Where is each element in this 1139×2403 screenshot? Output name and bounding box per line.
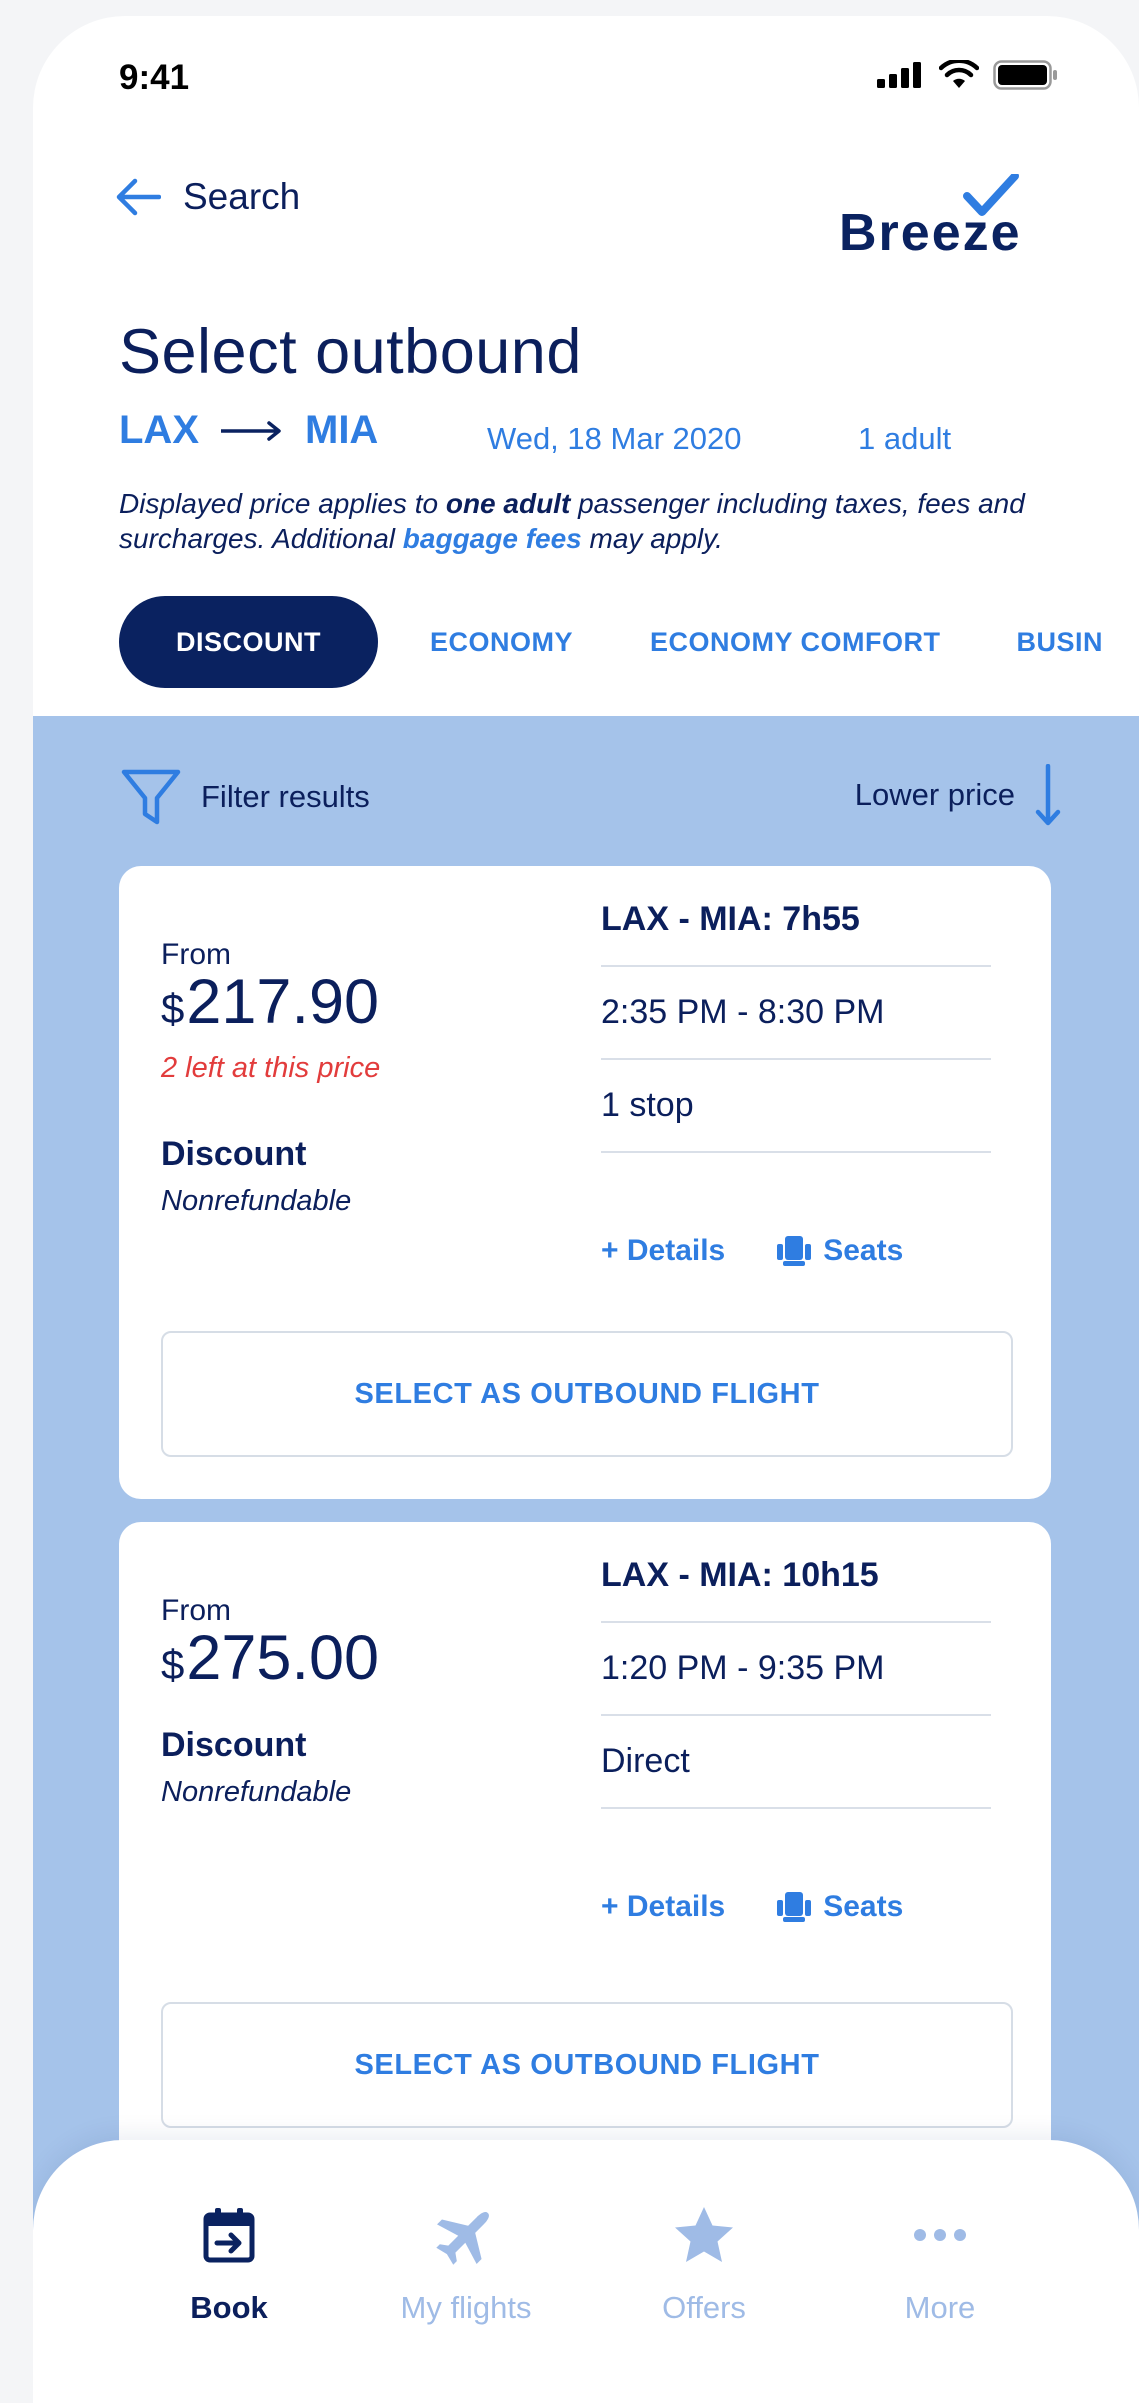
flight-card: From $ 217.90 2 left at this price Disco…: [119, 866, 1051, 1499]
flight-stops: Direct: [601, 1716, 991, 1809]
select-outbound-button[interactable]: SELECT AS OUTBOUND FLIGHT: [161, 2002, 1013, 2128]
tab-offers[interactable]: Offers: [594, 2200, 814, 2326]
destination-code: MIA: [305, 408, 379, 452]
fare-class-tabs: DISCOUNT ECONOMY ECONOMY COMFORT BUSIN: [119, 596, 1103, 688]
select-outbound-button[interactable]: SELECT AS OUTBOUND FLIGHT: [161, 1331, 1013, 1457]
flight-links: + Details Seats: [601, 1234, 903, 1268]
page-title: Select outbound: [119, 317, 582, 387]
phone-screen: 9:41 Search Breeze Select outbound LAX M…: [33, 16, 1139, 2403]
tab-label: My flights: [400, 2290, 532, 2325]
currency-symbol: $: [161, 985, 185, 1032]
flight-links: + Details Seats: [601, 1890, 903, 1924]
status-icons: [877, 60, 1059, 90]
seat-icon: [777, 1236, 812, 1266]
back-to-search-button[interactable]: Search: [115, 176, 300, 218]
cellular-signal-icon: [877, 62, 921, 88]
filter-results-button[interactable]: Filter results: [121, 768, 370, 826]
seats-label: Seats: [823, 1234, 904, 1267]
price-amount: 275.00: [186, 1623, 380, 1693]
seats-link[interactable]: Seats: [777, 1234, 903, 1268]
calendar-arrow-icon: [203, 2208, 255, 2263]
flight-stops: 1 stop: [601, 1060, 991, 1153]
details-link[interactable]: + Details: [601, 1890, 725, 1924]
tab-label: Offers: [662, 2290, 746, 2325]
flight-price: $ 275.00: [161, 1622, 379, 1694]
fare-condition: Nonrefundable: [161, 1776, 352, 1808]
seats-label: Seats: [823, 1890, 904, 1923]
svg-text:Breeze: Breeze: [839, 204, 1022, 256]
sort-by-price-button[interactable]: Lower price: [855, 764, 1061, 826]
tab-business[interactable]: BUSIN: [1017, 627, 1104, 658]
flight-times: 2:35 PM - 8:30 PM: [601, 967, 991, 1060]
status-time: 9:41: [119, 58, 190, 97]
disclaimer-text: Displayed price applies to: [119, 488, 446, 519]
travel-date: Wed, 18 Mar 2020: [487, 421, 742, 456]
filter-icon: [121, 769, 181, 825]
arrow-down-icon: [1035, 764, 1061, 826]
back-label: Search: [183, 176, 301, 217]
disclaimer-text: may apply.: [581, 523, 723, 554]
ellipsis-icon: [914, 2229, 966, 2241]
flight-info: LAX - MIA: 7h55 2:35 PM - 8:30 PM 1 stop: [601, 874, 991, 1153]
passenger-count: 1 adult: [858, 421, 952, 456]
arrow-left-icon: [116, 178, 161, 216]
tab-book[interactable]: Book: [119, 2200, 339, 2326]
tab-label: More: [904, 2290, 976, 2325]
filter-label: Filter results: [201, 779, 370, 814]
seat-icon: [777, 1892, 812, 1922]
tab-economy-comfort[interactable]: ECONOMY COMFORT: [650, 627, 941, 658]
flight-info: LAX - MIA: 10h15 1:20 PM - 9:35 PM Direc…: [601, 1530, 991, 1809]
arrow-right-icon: [221, 420, 281, 441]
price-amount: 217.90: [186, 967, 380, 1037]
fare-name: Discount: [161, 1135, 307, 1173]
route-summary: LAX MIA: [119, 408, 378, 453]
wifi-icon: [939, 60, 979, 88]
battery-icon: [993, 60, 1057, 90]
origin-code: LAX: [119, 408, 199, 452]
details-link[interactable]: + Details: [601, 1234, 725, 1268]
currency-symbol: $: [161, 1641, 185, 1688]
tab-more[interactable]: More: [830, 2200, 1050, 2326]
breeze-logo: Breeze: [839, 172, 1061, 262]
tab-economy[interactable]: ECONOMY: [430, 627, 573, 658]
fare-name: Discount: [161, 1726, 307, 1764]
tab-my-flights[interactable]: My flights: [356, 2200, 576, 2326]
seats-left-warning: 2 left at this price: [161, 1052, 381, 1084]
flight-price: $ 217.90: [161, 966, 379, 1038]
route-duration: LAX - MIA: 10h15: [601, 1530, 991, 1623]
flight-times: 1:20 PM - 9:35 PM: [601, 1623, 991, 1716]
tab-label: Book: [190, 2290, 268, 2325]
baggage-fees-link[interactable]: baggage fees: [403, 523, 582, 554]
tab-discount[interactable]: DISCOUNT: [119, 596, 378, 688]
fare-condition: Nonrefundable: [161, 1185, 352, 1217]
disclaimer-emphasis: one adult: [445, 488, 571, 519]
route-duration: LAX - MIA: 7h55: [601, 874, 991, 967]
star-icon: [675, 2207, 733, 2262]
flight-card: From $ 275.00 Discount Nonrefundable LAX…: [119, 1522, 1051, 2202]
sort-label: Lower price: [854, 777, 1015, 812]
seats-link[interactable]: Seats: [777, 1890, 903, 1924]
bottom-tab-bar: Book My flights Offers More: [33, 2140, 1139, 2403]
price-disclaimer: Displayed price applies to one adult pas…: [119, 486, 1079, 556]
airplane-icon: [436, 2212, 489, 2265]
